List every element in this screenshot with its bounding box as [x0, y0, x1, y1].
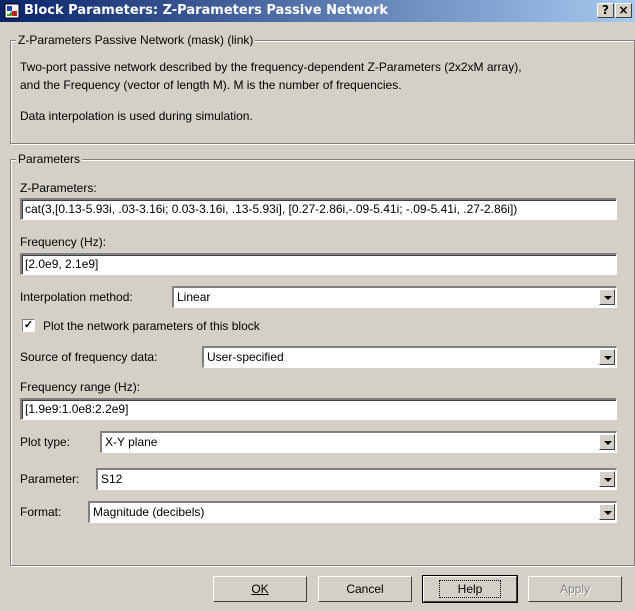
apply-button[interactable]: Apply	[528, 576, 622, 602]
plot-type-label: Plot type:	[20, 435, 71, 449]
frequency-label: Frequency (Hz):	[20, 235, 107, 249]
chevron-down-icon[interactable]	[599, 504, 615, 520]
help-button-label: Help	[438, 580, 502, 598]
ok-button-label: OK	[251, 582, 269, 596]
parameters-legend: Parameters	[16, 152, 83, 166]
description-legend: Z-Parameters Passive Network (mask) (lin…	[16, 33, 256, 47]
title-bar[interactable]: Block Parameters: Z-Parameters Passive N…	[0, 0, 635, 22]
window-title: Block Parameters: Z-Parameters Passive N…	[24, 3, 388, 18]
description-line-1: Two-port passive network described by th…	[20, 60, 522, 74]
z-parameters-label: Z-Parameters:	[20, 181, 97, 195]
description-line-3: Data interpolation is used during simula…	[20, 109, 253, 123]
interpolation-select[interactable]: Linear	[172, 286, 617, 308]
apply-button-label: Apply	[559, 582, 591, 596]
parameter-label: Parameter:	[20, 472, 80, 486]
help-title-button[interactable]: ?	[597, 3, 614, 18]
ok-button[interactable]: OK	[213, 576, 307, 602]
parameter-select[interactable]: S12	[96, 468, 617, 490]
z-parameters-input[interactable]: cat(3,[0.13-5.93i, .03-3.16i; 0.03-3.16i…	[20, 198, 617, 220]
description-line-2: and the Frequency (vector of length M). …	[20, 78, 402, 92]
plot-checkbox[interactable]: ✓	[22, 319, 35, 332]
interpolation-value: Linear	[177, 290, 211, 304]
cancel-button[interactable]: Cancel	[318, 576, 412, 602]
source-value: User-specified	[207, 350, 284, 364]
chevron-down-icon[interactable]	[599, 289, 615, 305]
frequency-range-label: Frequency range (Hz):	[20, 380, 141, 394]
description-group	[10, 40, 635, 144]
plot-checkbox-label: Plot the network parameters of this bloc…	[43, 319, 260, 333]
format-label: Format:	[20, 505, 62, 519]
source-label: Source of frequency data:	[20, 350, 158, 364]
frequency-input[interactable]: [2.0e9, 2.1e9]	[20, 253, 617, 275]
chevron-down-icon[interactable]	[599, 434, 615, 450]
format-select[interactable]: Magnitude (decibels)	[88, 501, 617, 523]
frequency-range-input[interactable]: [1.9e9:1.0e8:2.2e9]	[20, 398, 617, 420]
close-button[interactable]: ×	[615, 3, 632, 18]
chevron-down-icon[interactable]	[599, 349, 615, 365]
simulink-block-icon	[4, 3, 20, 19]
dialog-window: Block Parameters: Z-Parameters Passive N…	[0, 0, 635, 611]
plot-type-select[interactable]: X-Y plane	[100, 431, 617, 453]
interpolation-label: Interpolation method:	[20, 290, 133, 304]
parameter-value: S12	[101, 472, 123, 486]
format-value: Magnitude (decibels)	[93, 505, 205, 519]
chevron-down-icon[interactable]	[599, 471, 615, 487]
plot-type-value: X-Y plane	[105, 435, 158, 449]
source-select[interactable]: User-specified	[202, 346, 617, 368]
help-button[interactable]: Help	[422, 575, 518, 603]
cancel-button-label: Cancel	[346, 582, 384, 596]
